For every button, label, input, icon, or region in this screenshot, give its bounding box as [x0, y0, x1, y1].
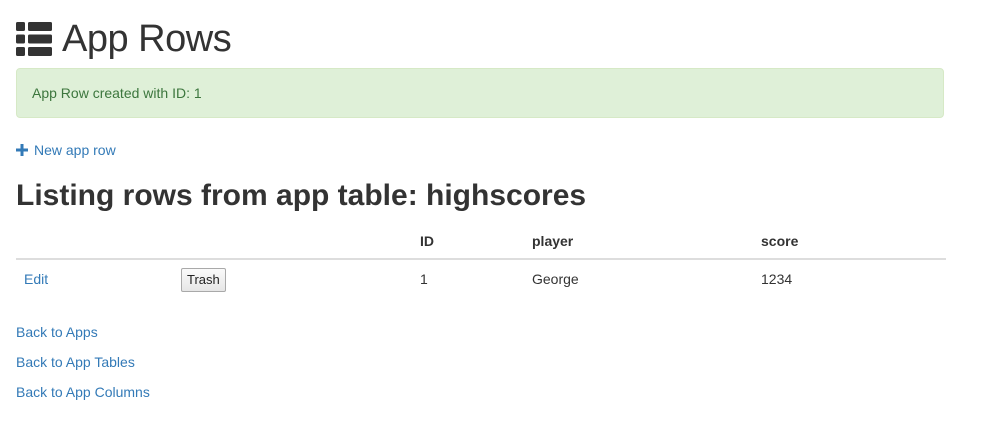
- edit-cell: Edit: [16, 259, 173, 298]
- back-links: Back to Apps Back to App Tables Back to …: [16, 322, 150, 412]
- table-row: Edit Trash 1 George 1234: [16, 259, 946, 298]
- column-header-score: score: [753, 224, 946, 260]
- column-header-id: ID: [412, 224, 524, 260]
- table-header-row: ID player score: [16, 224, 946, 260]
- back-to-app-tables-link[interactable]: Back to App Tables: [16, 352, 150, 382]
- page-header: App Rows: [16, 16, 232, 62]
- back-to-app-columns-link[interactable]: Back to App Columns: [16, 382, 150, 412]
- alert-message: App Row created with ID: 1: [32, 85, 202, 101]
- page: App Rows App Row created with ID: 1 New …: [0, 0, 981, 434]
- column-header-trash: [173, 224, 412, 260]
- trash-cell: Trash: [173, 259, 412, 298]
- page-title: App Rows: [62, 18, 232, 60]
- listing-title: Listing rows from app table: highscores: [16, 179, 587, 212]
- column-header-edit: [16, 224, 173, 260]
- success-alert: App Row created with ID: 1: [16, 68, 944, 118]
- trash-button[interactable]: Trash: [181, 268, 226, 292]
- list-icon: [16, 22, 52, 56]
- back-to-apps-link[interactable]: Back to Apps: [16, 322, 150, 352]
- new-app-row-label: New app row: [34, 142, 116, 158]
- edit-link[interactable]: Edit: [24, 271, 48, 287]
- score-cell: 1234: [761, 271, 793, 287]
- column-header-player: player: [524, 224, 753, 260]
- plus-icon: [16, 144, 28, 156]
- id-cell: 1: [420, 271, 428, 287]
- player-cell: George: [532, 271, 579, 287]
- new-app-row-link[interactable]: New app row: [16, 141, 116, 159]
- app-rows-table: ID player score Edit Trash 1 George 1234: [16, 224, 946, 298]
